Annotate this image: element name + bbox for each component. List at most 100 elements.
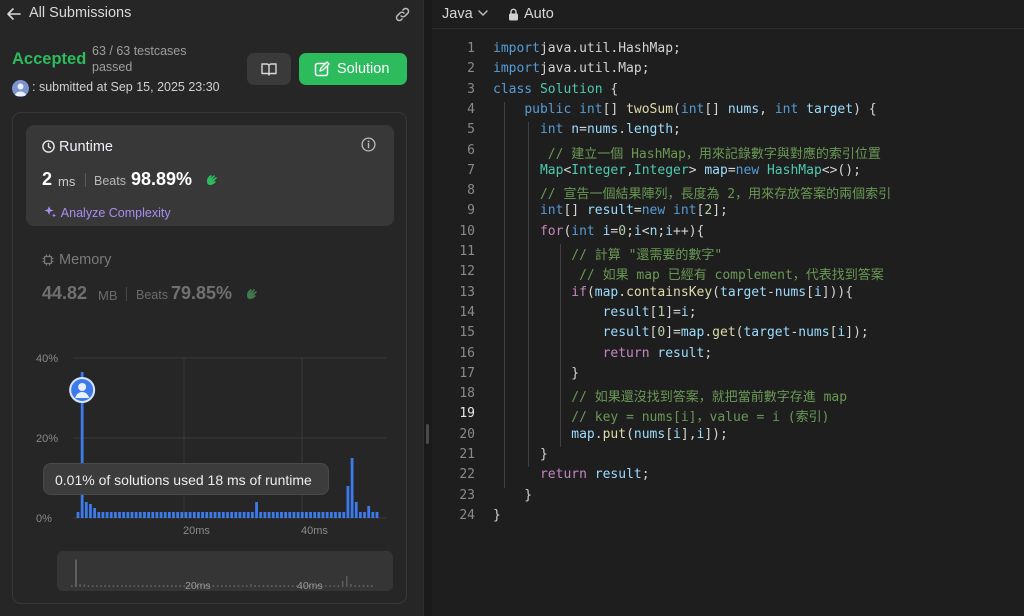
chart-bar [147, 512, 150, 518]
chart-bar [126, 512, 130, 518]
chart-bar [350, 458, 354, 518]
y-tick-label: 0% [36, 513, 52, 525]
mini-chart-bar [275, 585, 277, 587]
y-tick-label: 20% [36, 433, 58, 445]
line-number: 22 [459, 467, 475, 483]
line-number: 13 [459, 284, 475, 300]
chart-bar [329, 512, 333, 518]
chart-bar [354, 502, 358, 518]
mini-chart-bar [171, 585, 173, 587]
chart-bar [325, 512, 329, 518]
auto-mode-label[interactable]: Auto [524, 6, 554, 22]
mini-chart-bar [233, 585, 236, 587]
mini-chart-bar [87, 585, 90, 587]
chart-bar [105, 512, 109, 518]
mini-chart-bar [112, 585, 115, 587]
code-line[interactable]: Map<Integer,Integer> map=new HashMap<>()… [493, 163, 861, 178]
chart-bar [238, 512, 242, 518]
code-line[interactable]: } [493, 366, 579, 381]
chart-bar [242, 512, 246, 518]
code-line[interactable]: importjava.util.HashMap; [493, 41, 681, 56]
chart-bar [334, 512, 337, 518]
mini-chart-bar [221, 585, 223, 587]
code-line[interactable]: } [493, 447, 548, 462]
resize-handle[interactable] [426, 424, 429, 444]
line-number: 6 [467, 142, 475, 158]
code-line[interactable]: int n=nums.length; [493, 122, 681, 137]
chart-bar [134, 512, 138, 518]
chart-tooltip: 0.01% of solutions used 18 ms of runtime [43, 463, 329, 495]
line-number: 24 [459, 507, 475, 523]
chart-bar [275, 512, 279, 518]
mini-chart-bar [137, 585, 140, 587]
code-line[interactable]: return result; [493, 467, 650, 482]
mini-chart-bar [75, 559, 77, 587]
mini-chart-bar [133, 585, 136, 587]
mini-chart-bar [254, 585, 256, 587]
code-line[interactable]: public int[] twoSum(int[] nums, int targ… [493, 102, 876, 117]
indent-guide [528, 122, 529, 468]
panel-divider[interactable] [424, 0, 432, 616]
mini-chart-bar [225, 585, 227, 587]
code-line[interactable]: return result; [493, 346, 713, 361]
mini-chart-bar [116, 585, 119, 587]
chart-range-slider[interactable]: 20ms 40ms [57, 551, 393, 592]
chart-bar [93, 508, 97, 518]
line-number: 21 [459, 447, 475, 462]
mini-chart-bar [179, 585, 181, 587]
code-editor[interactable]: 1 importjava.util.HashMap; 2 importjava.uti… [432, 28, 1024, 616]
chart-bar [167, 512, 171, 518]
chart-bar [151, 512, 155, 518]
indent-guide [560, 244, 561, 447]
chart-bar [118, 512, 121, 518]
code-line[interactable]: result[1]=i; [493, 305, 697, 320]
chart-bar [234, 512, 238, 518]
mini-chart-bar [108, 585, 111, 587]
code-line[interactable]: // 如果 map 已經有 complement，代表找到答案 [493, 264, 884, 283]
chart-bar [371, 512, 375, 518]
line-number: 9 [467, 203, 475, 219]
chart-bar [188, 512, 192, 518]
chart-bar [300, 512, 304, 518]
code-line[interactable]: } [493, 508, 501, 523]
runtime-distribution-chart[interactable]: 40% 20% 0% 20ms 40ms [0, 0, 424, 616]
chart-bar [358, 512, 362, 518]
chart-bar [367, 506, 371, 518]
chart-bar [197, 512, 200, 518]
chart-bar [84, 502, 88, 518]
code-line[interactable]: // 如果還沒找到答案，就把當前數字存進 map [493, 386, 847, 405]
mini-chart-bar [129, 585, 131, 587]
code-line[interactable]: } [493, 488, 532, 503]
chart-bar [205, 512, 209, 518]
x-tick-label: 40ms [301, 525, 328, 537]
lock-icon [509, 8, 518, 21]
chart-bar [251, 512, 254, 518]
code-line[interactable]: // key = nums[i]，value = i (索引) [493, 406, 829, 425]
chart-bar [313, 512, 317, 518]
mini-chart-bar [91, 585, 94, 587]
code-line[interactable]: if(map.containsKey(target-nums[i])){ [493, 285, 853, 300]
code-line[interactable]: result[0]=map.get(target-nums[i]); [493, 325, 869, 340]
chart-bar [130, 512, 134, 518]
mini-distribution-chart: 20ms 40ms [71, 559, 373, 592]
mini-chart-bar [125, 585, 127, 587]
line-number: 23 [459, 487, 475, 503]
mini-chart-bar [266, 585, 269, 587]
mini-chart-bar [250, 584, 252, 587]
tooltip-text: 0.01% of solutions used 18 ms of runtime [55, 472, 312, 488]
chart-bar [288, 512, 292, 518]
mini-chart-bar [283, 585, 286, 587]
code-line[interactable]: // 宣告一個結果陣列，長度為 2，用來存放答案的兩個索引 [493, 183, 891, 202]
chart-bar [201, 512, 204, 518]
mini-chart-bar [100, 585, 102, 587]
mini-chart-bar [366, 585, 369, 587]
language-select[interactable]: Java [442, 6, 473, 22]
code-line[interactable]: for(int i=0;i<n;i++){ [493, 224, 704, 239]
line-number: 12 [459, 264, 475, 280]
code-line[interactable]: class Solution { [493, 82, 618, 97]
mini-chart-bar [158, 585, 161, 587]
mini-chart-bar [346, 575, 348, 587]
chevron-down-icon[interactable] [478, 9, 488, 17]
code-line[interactable]: // 建立一個 HashMap，用來記錄數字與對應的索引位置 [493, 143, 881, 162]
code-line[interactable]: importjava.util.Map; [493, 61, 650, 76]
